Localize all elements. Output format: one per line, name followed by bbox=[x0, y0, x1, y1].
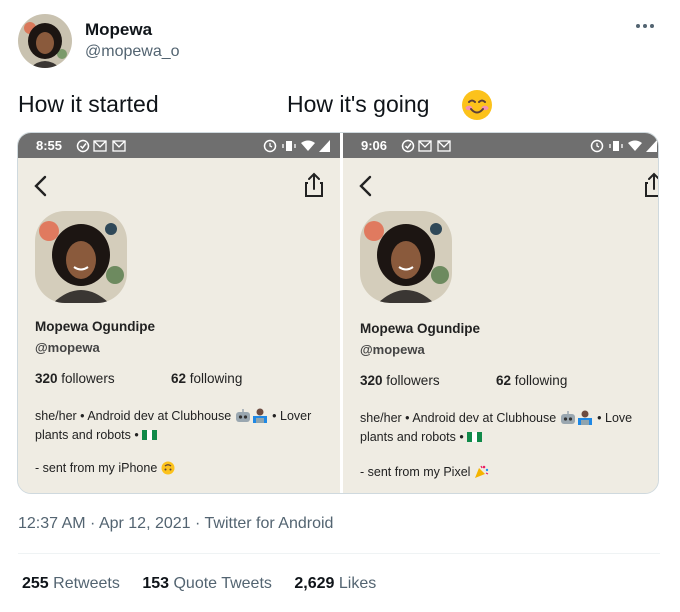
likes-count: 2,629 bbox=[294, 575, 335, 592]
back-arrow-icon[interactable] bbox=[30, 173, 52, 199]
robot-emoji bbox=[560, 411, 575, 424]
status-bar: 9:06 bbox=[343, 133, 658, 158]
tweet-timestamp[interactable]: 12:37 AM · Apr 12, 2021 · Twitter for An… bbox=[18, 515, 333, 533]
following-count[interactable]: 62 following bbox=[171, 371, 242, 386]
smiling-face-emoji bbox=[462, 90, 492, 120]
profile-picture[interactable] bbox=[35, 211, 127, 303]
retweets-stat[interactable]: 255 Retweets bbox=[22, 575, 120, 592]
technologist-emoji bbox=[252, 408, 267, 423]
system-icons bbox=[263, 139, 330, 153]
followers-count[interactable]: 320 followers bbox=[360, 373, 440, 388]
likes-label: Likes bbox=[338, 575, 377, 592]
quote-tweets-count: 153 bbox=[142, 575, 170, 592]
bio-line-2: plants and robots • bbox=[35, 428, 139, 442]
screenshot-left[interactable]: 8:55 Mopewa Ogundipe @mopewa 320 followe… bbox=[18, 133, 340, 493]
tweet-media[interactable]: 8:55 Mopewa Ogundipe @mopewa 320 followe… bbox=[17, 132, 659, 494]
sent-from-text: - sent from my Pixel bbox=[360, 465, 471, 479]
retweets-count: 255 bbox=[22, 575, 49, 592]
tweet-stats: 255 Retweets 153 Quote Tweets 2,629 Like… bbox=[22, 575, 394, 593]
robot-emoji bbox=[235, 409, 250, 422]
upside-down-face-emoji bbox=[161, 461, 175, 475]
author-name[interactable]: Mopewa bbox=[85, 20, 152, 40]
nigeria-flag-emoji bbox=[467, 432, 483, 442]
profile-picture[interactable] bbox=[360, 211, 452, 303]
followers-number: 320 bbox=[360, 373, 383, 388]
bio-line-1-tail: • Lover bbox=[272, 409, 312, 423]
technologist-emoji bbox=[577, 410, 592, 425]
system-icons bbox=[590, 139, 657, 153]
tweet-text-left: How it started bbox=[18, 91, 159, 117]
profile-handle: @mopewa bbox=[360, 342, 425, 357]
author-avatar[interactable] bbox=[18, 14, 72, 68]
notification-icons bbox=[76, 139, 126, 153]
nigeria-flag-emoji bbox=[142, 430, 158, 440]
screenshot-right[interactable]: 9:06 Mopewa Ogundipe @mopewa 320 followe… bbox=[340, 133, 659, 493]
bio-line-1: she/her • Android dev at Clubhouse bbox=[360, 411, 557, 425]
bio-line-2: plants and robots • bbox=[360, 430, 464, 444]
following-number: 62 bbox=[496, 373, 512, 388]
following-number: 62 bbox=[171, 371, 187, 386]
likes-stat[interactable]: 2,629 Likes bbox=[294, 575, 376, 592]
status-time: 9:06 bbox=[361, 138, 388, 153]
followers-label: followers bbox=[386, 373, 440, 388]
divider bbox=[18, 553, 660, 554]
profile-name: Mopewa Ogundipe bbox=[360, 321, 480, 336]
sent-from-text: - sent from my iPhone bbox=[35, 461, 158, 475]
profile-handle: @mopewa bbox=[35, 340, 100, 355]
retweets-label: Retweets bbox=[53, 575, 120, 592]
bio-line-1-tail: • Love bbox=[597, 411, 633, 425]
sent-from: - sent from my Pixel bbox=[360, 464, 489, 479]
following-count[interactable]: 62 following bbox=[496, 373, 567, 388]
more-icon[interactable] bbox=[630, 14, 660, 38]
profile-name: Mopewa Ogundipe bbox=[35, 319, 155, 334]
status-bar: 8:55 bbox=[18, 133, 340, 158]
status-time: 8:55 bbox=[36, 138, 63, 153]
back-arrow-icon[interactable] bbox=[355, 173, 377, 199]
party-popper-emoji bbox=[474, 465, 489, 478]
share-icon[interactable] bbox=[642, 171, 659, 199]
notification-icons bbox=[401, 139, 451, 153]
quote-tweets-stat[interactable]: 153 Quote Tweets bbox=[142, 575, 272, 592]
sent-from: - sent from my iPhone bbox=[35, 461, 175, 475]
bio-line-1: she/her • Android dev at Clubhouse bbox=[35, 409, 232, 423]
quote-tweets-label: Quote Tweets bbox=[173, 575, 272, 592]
followers-count[interactable]: 320 followers bbox=[35, 371, 115, 386]
tweet-text-right: How it's going bbox=[287, 91, 430, 117]
profile-bio: she/her • Android dev at Clubhouse • Lov… bbox=[360, 409, 658, 447]
profile-bio: she/her • Android dev at Clubhouse • Lov… bbox=[35, 407, 340, 445]
followers-label: followers bbox=[61, 371, 115, 386]
share-icon[interactable] bbox=[302, 171, 326, 199]
author-handle[interactable]: @mopewa_o bbox=[85, 43, 180, 61]
followers-number: 320 bbox=[35, 371, 58, 386]
following-label: following bbox=[514, 373, 568, 388]
following-label: following bbox=[189, 371, 243, 386]
